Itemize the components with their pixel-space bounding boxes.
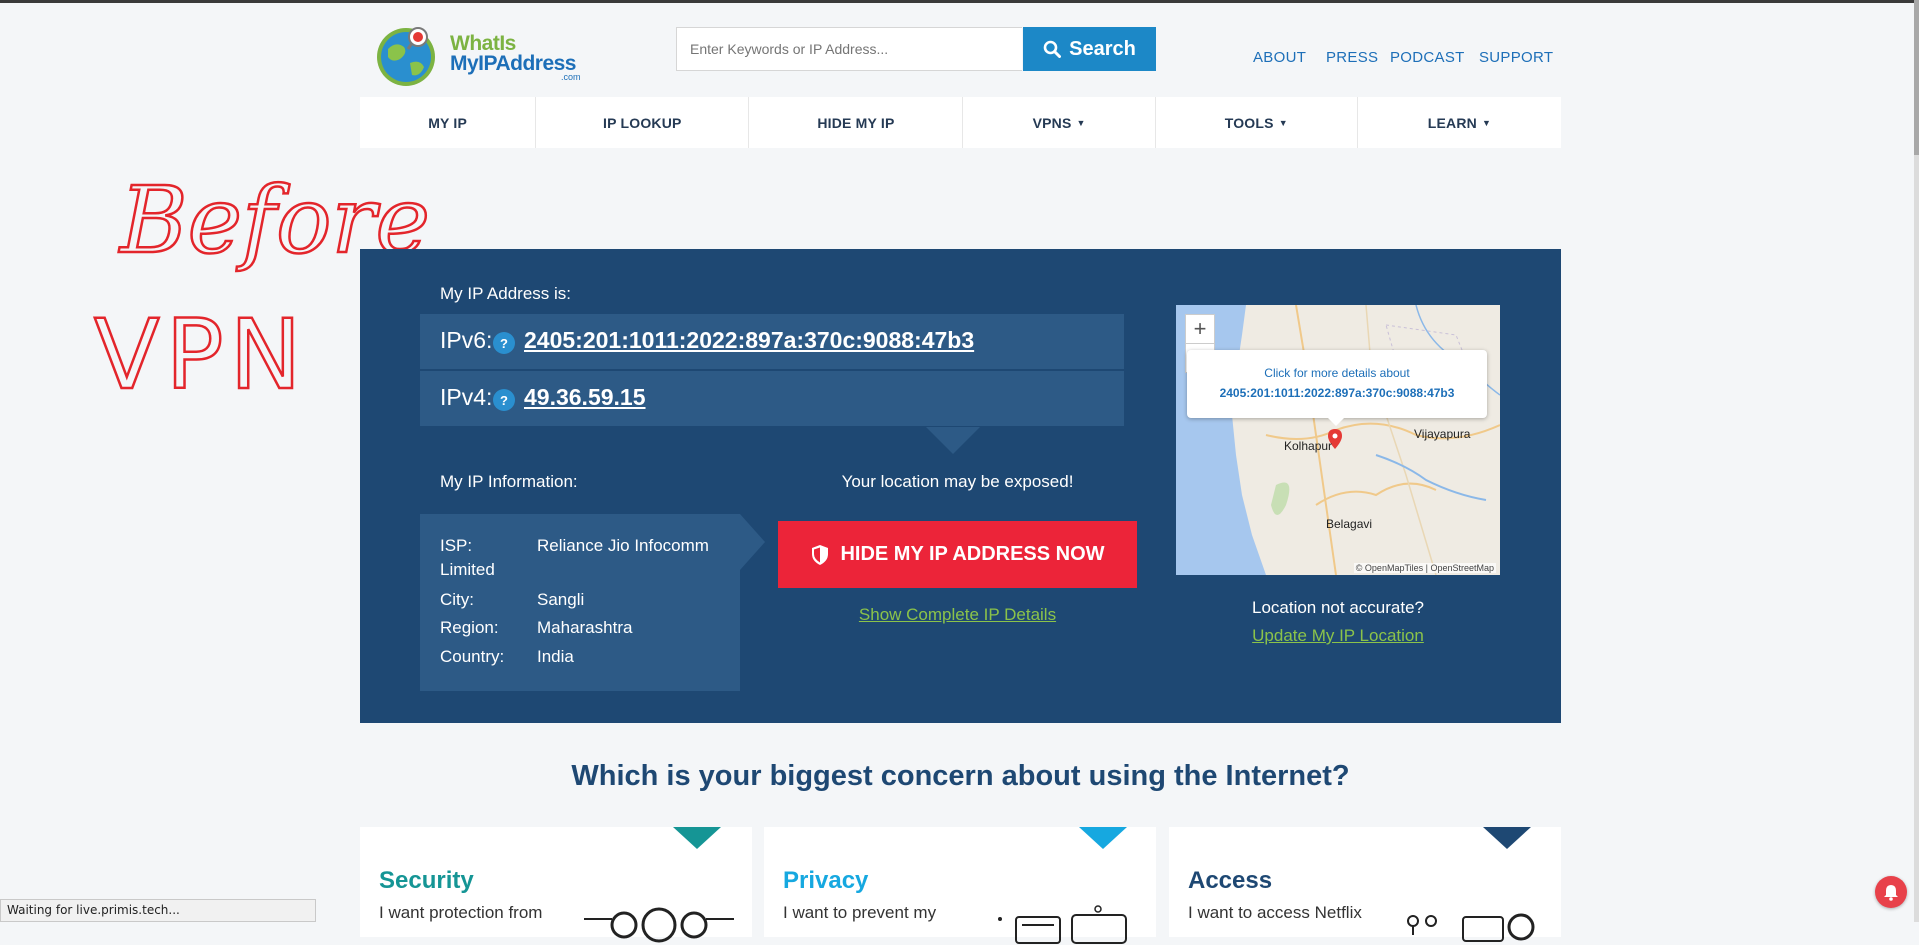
region-label: Region:	[440, 618, 499, 637]
card-access-marker	[1483, 827, 1531, 849]
bell-icon	[1884, 885, 1898, 901]
help-icon[interactable]: ?	[493, 389, 515, 411]
nav-my-ip[interactable]: MY IP	[360, 97, 537, 148]
caret-down-icon: ▼	[1076, 117, 1086, 128]
logo-text-myipaddress: MyIPAddress	[450, 52, 577, 75]
card-security-marker	[673, 827, 721, 849]
exposed-warning: Your location may be exposed!	[841, 472, 1074, 491]
map-zoom-in[interactable]: +	[1185, 314, 1215, 344]
help-icon[interactable]: ?	[493, 332, 515, 354]
logo-text-com: .com	[561, 72, 581, 82]
map-popup-line1: Click for more details about	[1264, 366, 1410, 380]
shield-icon	[812, 544, 829, 565]
map-attribution[interactable]: © OpenMapTiles | OpenStreetMap	[1353, 563, 1496, 573]
chat-button[interactable]	[1875, 876, 1907, 908]
ipv4-row: IPv4: ? 49.36.59.15	[420, 371, 1124, 426]
nav-ip-lookup-label: IP LOOKUP	[603, 114, 682, 131]
map-city-vijayapura: Vijayapura	[1414, 427, 1471, 441]
country-label: Country:	[440, 647, 505, 666]
map-popup-tip	[1327, 417, 1345, 426]
globe-icon	[377, 27, 435, 86]
card-privacy-marker	[1079, 827, 1127, 849]
card-access-title: Access	[1188, 867, 1273, 894]
city-value: Sangli	[537, 590, 585, 609]
nav-ip-lookup[interactable]: IP LOOKUP	[536, 97, 750, 148]
country-value: India	[537, 647, 574, 666]
nav-tools-label: TOOLS	[1224, 114, 1274, 131]
nav-vpns[interactable]: VPNS ▼	[963, 97, 1156, 148]
hide-ip-button[interactable]: HIDE MY IP ADDRESS NOW	[778, 521, 1137, 588]
main-nav: MY IP IP LOOKUP HIDE MY IP VPNS ▼ TOOLS ▼ …	[360, 97, 1561, 148]
access-illustration-icon	[1407, 913, 1535, 942]
ip-hero-panel: My IP Address is: IPv6: ? 2405:201:1011:…	[360, 249, 1561, 723]
search-button-label: Search	[1069, 37, 1136, 60]
location-question: Location not accurate?	[1251, 598, 1424, 617]
caret-down-icon: ▼	[1481, 117, 1492, 128]
hide-ip-button-label: HIDE MY IP ADDRESS NOW	[840, 543, 1105, 565]
ipv6-row: IPv6: ? 2405:201:1011:2022:897a:370c:908…	[420, 314, 1124, 369]
privacy-illustration-icon	[998, 905, 1127, 944]
card-security[interactable]: Security I want protection from	[360, 827, 752, 943]
browser-status-bar: Waiting for live.primis.tech...	[0, 899, 316, 922]
scrollbar-thumb[interactable]	[1914, 0, 1919, 155]
info-box-pointer	[740, 514, 765, 570]
security-illustration-icon	[584, 907, 734, 943]
search-icon	[1043, 40, 1062, 58]
card-security-title: Security	[379, 867, 474, 894]
ipv4-label: IPv4:	[440, 384, 493, 410]
nav-hide-my-ip[interactable]: HIDE MY IP	[749, 97, 964, 148]
card-privacy-text: I want to prevent my	[783, 903, 937, 922]
handwritten-vpn: VPN	[94, 299, 307, 410]
link-about[interactable]: ABOUT	[1253, 49, 1306, 66]
link-press[interactable]: PRESS	[1326, 49, 1378, 66]
link-podcast[interactable]: PODCAST	[1390, 49, 1465, 66]
update-location-link[interactable]: Update My IP Location	[1176, 626, 1500, 646]
info-label: My IP Information:	[440, 472, 578, 491]
city-label: City:	[440, 590, 474, 609]
search-button[interactable]: Search	[1023, 27, 1156, 71]
nav-learn-label: LEARN	[1427, 114, 1477, 131]
nav-tools[interactable]: TOOLS ▼	[1156, 97, 1358, 148]
ipv6-label: IPv6:	[440, 327, 493, 353]
map-city-belagavi: Belagavi	[1326, 517, 1373, 531]
ipv6-value[interactable]: 2405:201:1011:2022:897a:370c:9088:47b3	[524, 327, 974, 354]
card-security-text: I want protection from	[379, 903, 543, 922]
card-access[interactable]: Access I want to access Netflix	[1169, 827, 1561, 942]
show-details-link[interactable]: Show Complete IP Details	[778, 605, 1137, 625]
site-logo[interactable]: WhatIs MyIPAddress .com	[374, 18, 584, 92]
nav-my-ip-label: MY IP	[428, 114, 468, 131]
card-access-text: I want to access Netflix	[1188, 903, 1362, 922]
map-city-kolhapur: Kolhapur	[1284, 439, 1333, 453]
card-privacy-title: Privacy	[783, 867, 869, 894]
region-value: Maharashtra	[537, 618, 633, 637]
map-popup-ip[interactable]: 2405:201:1011:2022:897a:370c:9088:47b3	[1187, 386, 1487, 400]
nav-vpns-label: VPNS	[1032, 114, 1072, 131]
caret-down-icon: ▼	[1278, 117, 1288, 128]
scrollbar[interactable]	[1914, 0, 1919, 922]
ipv4-value[interactable]: 49.36.59.15	[524, 384, 646, 411]
nav-hide-my-ip-label: HIDE MY IP	[817, 114, 895, 131]
card-privacy[interactable]: Privacy I want to prevent my	[764, 827, 1156, 944]
nav-learn[interactable]: LEARN ▼	[1358, 97, 1561, 148]
location-map[interactable]: + − Click for more details about 2405:20…	[1176, 305, 1500, 575]
ip-info-box: ISP: Reliance Jio Infocomm Limited City:…	[420, 514, 740, 691]
concern-heading: Which is your biggest concern about usin…	[571, 760, 1350, 792]
browser-top-strip	[0, 0, 1919, 3]
search-input[interactable]	[676, 27, 1022, 71]
my-ip-label: My IP Address is:	[440, 284, 572, 303]
map-popup[interactable]: Click for more details about 2405:201:10…	[1187, 350, 1487, 426]
link-support[interactable]: SUPPORT	[1479, 49, 1553, 66]
isp-value-cont: Limited	[440, 560, 495, 579]
ip-box-pointer	[926, 427, 980, 454]
isp-value: Reliance Jio Infocomm	[537, 536, 709, 555]
isp-label: ISP:	[440, 536, 473, 555]
